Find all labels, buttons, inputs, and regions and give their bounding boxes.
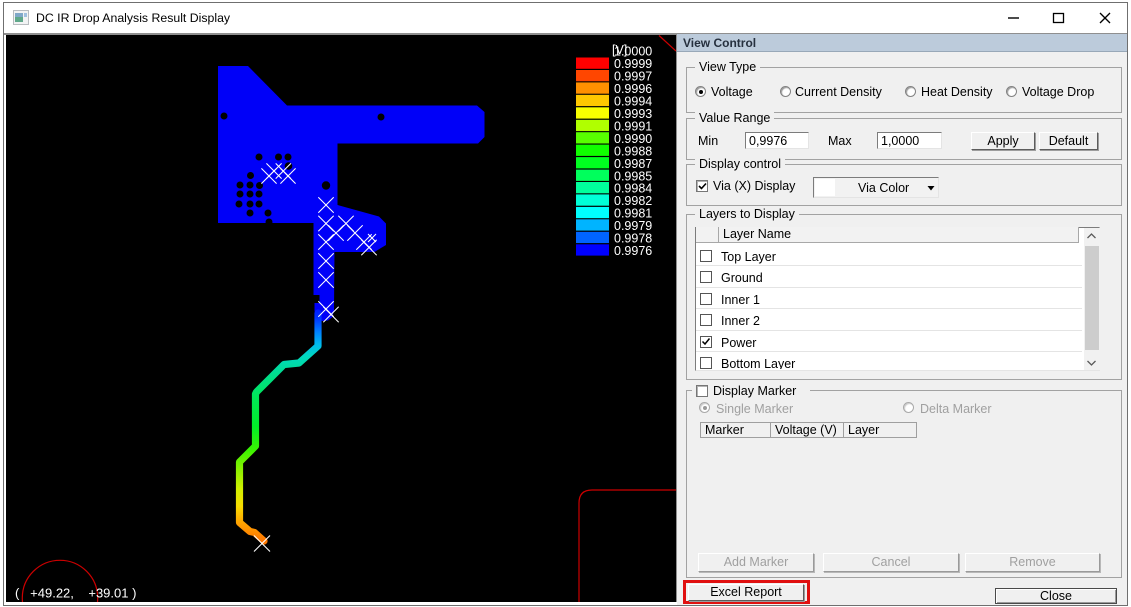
svg-text:( +49.22, +39.01 ): ( +49.22, +39.01 ): [15, 586, 136, 601]
svg-text:0.9976: 0.9976: [614, 244, 652, 258]
svg-text:[V]: [V]: [612, 43, 627, 57]
